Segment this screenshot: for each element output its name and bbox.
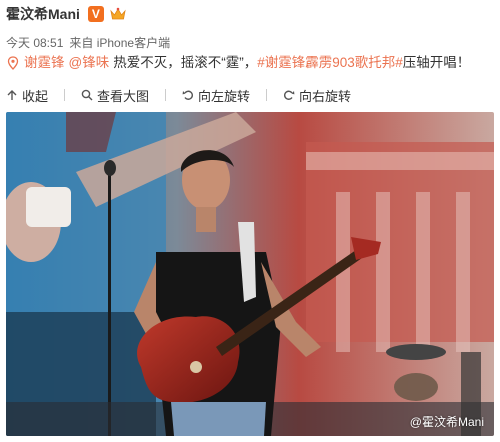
rotate-left-label: 向左旋转 bbox=[198, 88, 251, 104]
post-header: 霍汶希Mani V 今天 08:51 来自 iPhone客户端 bbox=[6, 4, 494, 51]
content-text: 热爱不灭，摇滚不“霆”， bbox=[113, 55, 258, 70]
toolbar-divider bbox=[165, 89, 167, 101]
search-icon bbox=[81, 89, 93, 101]
crown-icon[interactable] bbox=[110, 7, 126, 21]
rotate-right-icon bbox=[284, 90, 295, 100]
view-large-button[interactable]: 查看大图 bbox=[81, 86, 149, 105]
weibo-post: 霍汶希Mani V 今天 08:51 来自 iPhone客户端 谢霆锋 @锋味 … bbox=[0, 0, 500, 442]
post-content: 谢霆锋 @锋味 热爱不灭，摇滚不“霆”， #谢霆锋霹雳903歌托邦# 压轴开唱！ bbox=[6, 52, 494, 74]
collapse-label: 收起 bbox=[22, 88, 49, 104]
rotate-right-label: 向右旋转 bbox=[299, 88, 352, 104]
mention-link[interactable]: 谢霆锋 bbox=[24, 53, 65, 73]
toolbar-divider bbox=[266, 89, 268, 101]
toolbar-divider bbox=[64, 89, 66, 101]
post-time[interactable]: 今天 08:51 bbox=[6, 34, 63, 51]
hashtag-link[interactable]: #谢霆锋霹雳903歌托邦# bbox=[257, 53, 403, 73]
collapse-icon bbox=[7, 90, 17, 100]
view-large-label: 查看大图 bbox=[97, 88, 150, 104]
rotate-right-button[interactable]: 向右旋转 bbox=[283, 86, 351, 105]
mention-link[interactable]: @锋味 bbox=[69, 53, 110, 73]
post-source: 来自 iPhone客户端 bbox=[69, 36, 171, 50]
verified-badge-icon[interactable]: V bbox=[87, 6, 104, 22]
rotate-left-button[interactable]: 向左旋转 bbox=[182, 86, 250, 105]
content-text: 压轴开唱！ bbox=[402, 55, 471, 70]
post-meta: 今天 08:51 来自 iPhone客户端 bbox=[6, 34, 494, 51]
rotate-left-icon bbox=[182, 90, 193, 100]
collapse-button[interactable]: 收起 bbox=[6, 86, 48, 105]
username-link[interactable]: 霍汶希Mani bbox=[6, 4, 80, 24]
mention-icon bbox=[7, 56, 19, 70]
concert-photo-image bbox=[6, 112, 494, 436]
watermark: @霍汶希Mani bbox=[409, 415, 484, 429]
image-toolbar: 收起 查看大图 向左旋转 向右旋转 bbox=[6, 84, 494, 106]
concert-photo[interactable]: @霍汶希Mani bbox=[6, 112, 494, 436]
